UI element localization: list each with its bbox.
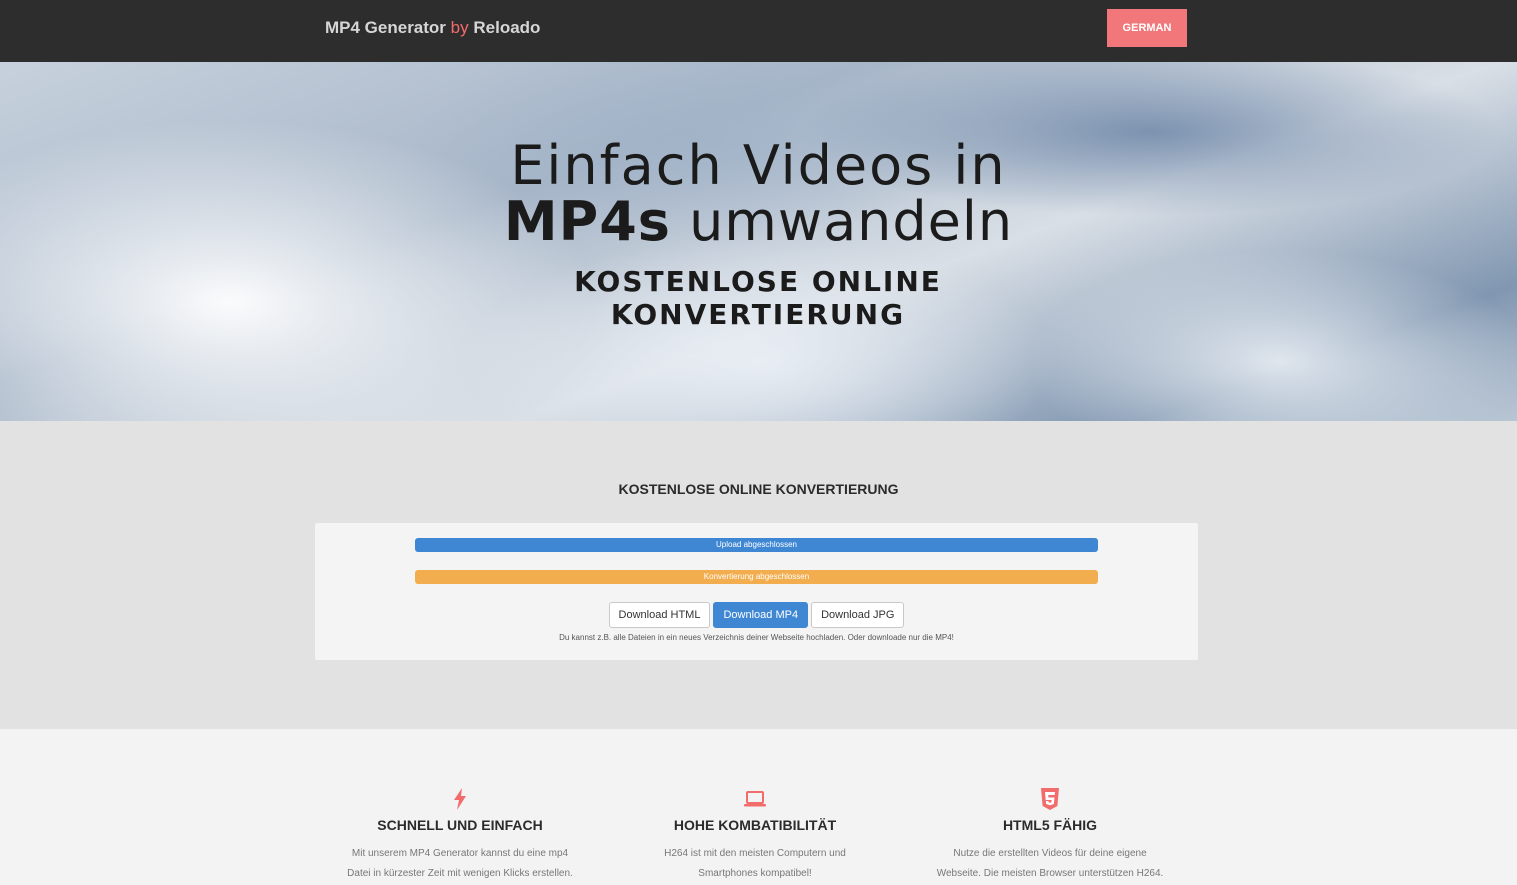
brand-by: by (450, 18, 469, 37)
feature-text-line: H264 ist mit den meisten Computern und (664, 848, 846, 859)
hero-title-rest: umwandeln (689, 190, 1014, 253)
html5-icon (890, 787, 1210, 811)
upload-progress-bar: Upload abgeschlossen (415, 538, 1098, 552)
converter-section: KOSTENLOSE ONLINE KONVERTIERUNG Upload a… (0, 421, 1517, 729)
download-mp4-button[interactable]: Download MP4 (713, 602, 809, 628)
feature-title: HOHE KOMBATIBILITÄT (673, 817, 837, 833)
hero-title-line1: Einfach Videos in (510, 134, 1007, 197)
download-html-button[interactable]: Download HTML (608, 602, 711, 628)
feature-text-line: Webseite. Die meisten Browser unterstütz… (936, 868, 1164, 879)
brand-logo[interactable]: MP4 Generator by Reloado (325, 18, 540, 38)
converter-title: KOSTENLOSE ONLINE KONVERTIERUNG (618, 481, 899, 497)
feature-title: SCHNELL UND EINFACH (377, 817, 543, 833)
converter-note: Du kannst z.B. alle Dateien in ein neues… (559, 633, 954, 642)
brand-main: MP4 Generator (325, 18, 446, 37)
download-jpg-button[interactable]: Download JPG (811, 602, 905, 628)
feature-text: H264 ist mit den meisten Computern und S… (595, 844, 915, 884)
hero-title-line2: MP4s umwandeln (0, 190, 1517, 253)
feature-text-line: Datei in kürzester Zeit mit wenigen Klic… (347, 868, 573, 879)
feature-text: Nutze die erstellten Videos für deine ei… (890, 844, 1210, 884)
feature-html5: HTML5 FÄHIG Nutze die erstellten Videos … (890, 787, 1210, 884)
feature-text-line: Mit unserem MP4 Generator kannst du eine… (351, 848, 569, 859)
conversion-progress-bar: Konvertierung abgeschlossen (415, 570, 1098, 584)
top-navbar: MP4 Generator by Reloado GERMAN (0, 0, 1517, 62)
feature-text-line: Smartphones kompatibel! (698, 868, 812, 879)
feature-text-line: Nutze die erstellten Videos für deine ei… (953, 848, 1147, 859)
brand-company: Reloado (473, 18, 541, 37)
feature-compatibility: HOHE KOMBATIBILITÄT H264 ist mit den mei… (595, 787, 915, 884)
feature-fast: SCHNELL UND EINFACH Mit unserem MP4 Gene… (300, 787, 620, 884)
converter-card: Upload abgeschlossen Konvertierung abges… (315, 523, 1198, 660)
hero-banner: Einfach Videos in MP4s umwandeln KOSTENL… (0, 62, 1517, 421)
features-section: SCHNELL UND EINFACH Mit unserem MP4 Gene… (0, 729, 1517, 885)
lightning-icon (300, 787, 620, 811)
feature-text: Mit unserem MP4 Generator kannst du eine… (300, 844, 620, 884)
hero-subtitle: KOSTENLOSE ONLINE KONVERTIERUNG (574, 265, 942, 331)
download-button-group: Download HTML Download MP4 Download JPG (315, 602, 1198, 628)
language-button[interactable]: GERMAN (1107, 9, 1187, 47)
hero-title-bold: MP4s (503, 190, 671, 253)
laptop-icon (595, 787, 915, 811)
feature-title: HTML5 FÄHIG (1002, 817, 1098, 833)
